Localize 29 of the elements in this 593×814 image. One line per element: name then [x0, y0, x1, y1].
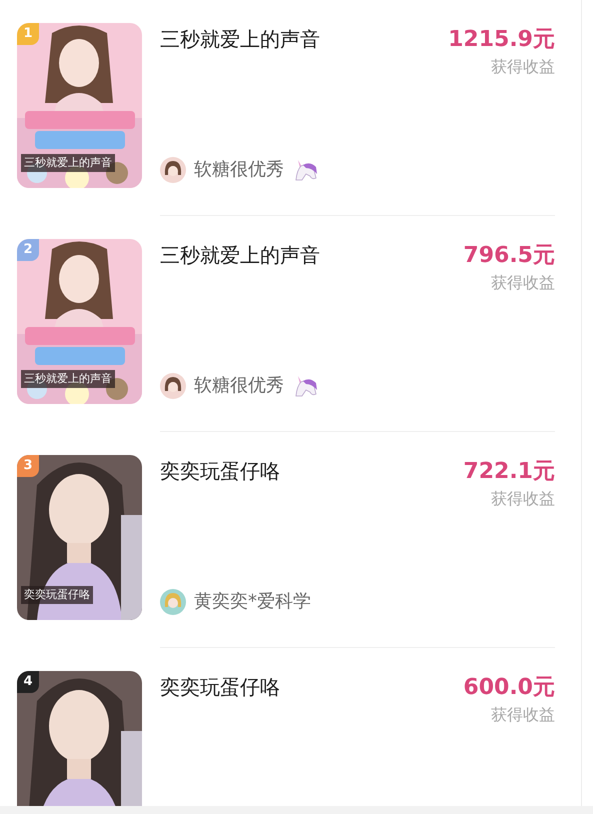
- avatar: [160, 156, 186, 182]
- avatar: [160, 372, 186, 398]
- earnings-label: 获得收益: [491, 272, 555, 294]
- rank-badge: 4: [17, 671, 39, 693]
- rank-badge: 1: [17, 23, 39, 45]
- stream-title[interactable]: 奕奕玩蛋仔咯: [160, 673, 280, 701]
- stream-thumbnail[interactable]: 2 三秒就爱上的声音: [17, 239, 142, 404]
- earnings-amount: 1215.9元: [448, 26, 555, 54]
- thumbnail-caption: 三秒就爱上的声音: [21, 370, 115, 388]
- earnings-amount: 796.5元: [463, 242, 555, 270]
- author-name[interactable]: 黄奕奕*爱科学: [194, 588, 311, 615]
- earnings-amount: 600.0元: [463, 674, 555, 702]
- rank-badge: 2: [17, 239, 39, 261]
- rank-badge: 3: [17, 455, 39, 477]
- stream-title[interactable]: 奕奕玩蛋仔咯: [160, 457, 280, 485]
- earnings-label: 获得收益: [491, 704, 555, 726]
- avatar: [160, 588, 186, 614]
- stream-thumbnail[interactable]: 1 三秒就爱上的声音: [17, 23, 142, 188]
- earnings-label: 获得收益: [491, 56, 555, 78]
- earnings-label: 获得收益: [491, 488, 555, 510]
- author-name[interactable]: 软糖很优秀: [194, 156, 284, 183]
- stream-thumbnail[interactable]: 3 奕奕玩蛋仔咯: [17, 455, 142, 620]
- author-name[interactable]: 软糖很优秀: [194, 372, 284, 399]
- stream-thumbnail[interactable]: 4: [17, 671, 142, 806]
- thumbnail-caption: 三秒就爱上的声音: [21, 154, 115, 172]
- stream-title[interactable]: 三秒就爱上的声音: [160, 241, 320, 269]
- thumbnail-caption: 奕奕玩蛋仔咯: [21, 586, 93, 604]
- earnings-amount: 722.1元: [463, 458, 555, 486]
- stream-title[interactable]: 三秒就爱上的声音: [160, 25, 320, 53]
